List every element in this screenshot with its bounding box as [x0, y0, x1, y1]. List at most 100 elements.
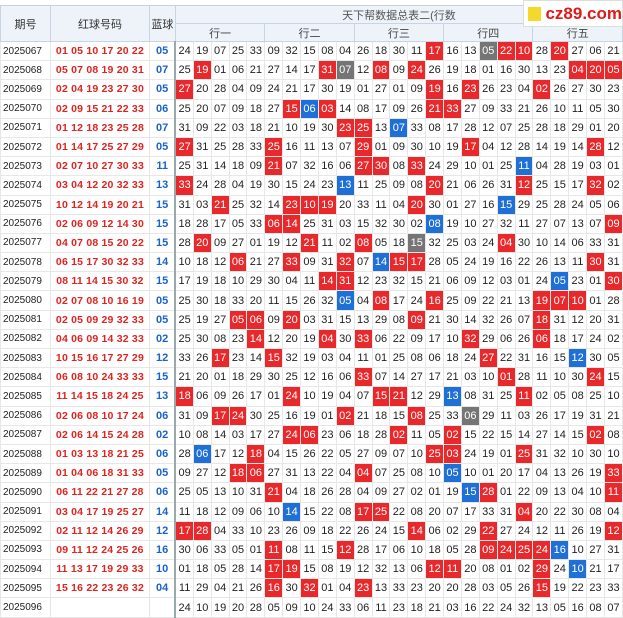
- number-cell: 25: [174, 309, 194, 330]
- highlighted-number-cell: 13: [335, 175, 355, 196]
- number-cell: 30: [192, 290, 212, 311]
- number-cell: 24: [192, 175, 212, 196]
- number-cell: 12: [478, 271, 498, 292]
- blue-ball-number: 15: [148, 213, 177, 234]
- number-cell: 24: [550, 559, 570, 580]
- number-cell: 16: [460, 597, 480, 618]
- number-cell: 01: [586, 290, 605, 311]
- number-cell: 31: [586, 405, 605, 426]
- number-cell: 18: [192, 501, 212, 522]
- number-cell: 12: [603, 136, 623, 158]
- number-cell: 27: [460, 194, 480, 215]
- number-cell: 33: [603, 578, 623, 599]
- number-cell: 15: [282, 290, 302, 311]
- highlighted-number-cell: 19: [282, 559, 302, 580]
- number-cell: 05: [264, 597, 284, 618]
- number-cell: 20: [192, 79, 212, 100]
- number-cell: 33: [246, 213, 266, 234]
- highlighted-number-cell: 21: [389, 386, 409, 407]
- number-cell: 04: [210, 578, 230, 599]
- number-cell: 18: [443, 347, 462, 369]
- highlighted-number-cell: 25: [514, 443, 534, 465]
- highlighted-number-cell: 17: [210, 405, 230, 426]
- issue-number: 2025090: [0, 482, 51, 503]
- number-cell: 21: [228, 578, 248, 599]
- number-cell: 15: [550, 175, 570, 196]
- number-cell: 22: [478, 597, 498, 618]
- number-cell: 26: [317, 482, 337, 503]
- table-row: 2025084 06 08 10 24 33 33 15 21 20 01 18 29 30 25…: [0, 367, 623, 388]
- number-cell: 17: [460, 501, 480, 522]
- highlighted-number-cell: 15: [282, 98, 302, 119]
- highlighted-number-cell: 06: [246, 309, 266, 330]
- number-cell: 23: [550, 60, 570, 81]
- number-cell: 06: [335, 367, 355, 388]
- site-logo-icon: [528, 6, 542, 21]
- number-cell: 27: [228, 232, 248, 254]
- number-cell: 10: [407, 539, 427, 561]
- number-cell: 19: [550, 136, 570, 158]
- number-cell: 25: [264, 405, 284, 426]
- number-cell: 33: [228, 290, 248, 311]
- table-row: 2025067 01 05 10 17 20 22 05 24 19 07 25 33 09 32…: [0, 40, 623, 62]
- number-cell: 26: [228, 386, 248, 407]
- number-cell: 10: [443, 328, 462, 350]
- number-cell: 18: [550, 117, 570, 138]
- number-cell: 03: [192, 194, 212, 215]
- number-cell: 32: [389, 271, 409, 292]
- number-cell: 05: [192, 482, 212, 503]
- number-cell: 31: [317, 213, 337, 234]
- number-cell: 15: [317, 539, 337, 561]
- number-cell: 10: [460, 156, 480, 177]
- highlighted-number-cell: 06: [192, 443, 212, 465]
- number-cell: 21: [264, 117, 284, 138]
- number-cell: 25: [496, 156, 516, 177]
- number-cell: 25: [389, 347, 409, 369]
- number-cell: 30: [568, 501, 588, 522]
- number-cell: 25: [300, 213, 319, 234]
- highlighted-number-cell: 18: [228, 463, 248, 484]
- number-cell: 02: [514, 559, 534, 580]
- number-cell: 32: [282, 347, 302, 369]
- issue-number: 2025074: [0, 175, 51, 196]
- number-cell: 33: [353, 194, 373, 215]
- issue-number: 2025080: [0, 290, 51, 311]
- number-cell: 28: [371, 424, 391, 445]
- number-cell: 19: [586, 520, 605, 541]
- table-row: 2025094 11 13 17 19 29 33 10 01 18 05 28 14 17 19…: [0, 559, 623, 580]
- number-cell: 16: [496, 252, 516, 273]
- number-cell: 09: [264, 309, 284, 330]
- number-cell: 18: [389, 232, 409, 254]
- number-cell: 26: [353, 520, 373, 541]
- number-cell: 08: [460, 386, 480, 407]
- blue-ball-number: 14: [148, 501, 177, 522]
- table-row: 2025088 01 03 13 18 21 25 06 28 06 17 12 18 04 15…: [0, 443, 623, 465]
- number-cell: 16: [443, 40, 462, 62]
- number-cell: 19: [210, 597, 230, 618]
- blue-ball-number: 15: [148, 271, 177, 292]
- ad-banner[interactable]: cz89.com: [523, 0, 623, 27]
- number-cell: 02: [443, 520, 462, 541]
- number-cell: 03: [496, 271, 516, 292]
- number-cell: 27: [460, 98, 480, 119]
- issue-number: 2025072: [0, 136, 51, 158]
- number-cell: 10: [264, 501, 284, 522]
- number-cell: 11: [568, 252, 588, 273]
- table-row: 2025068 05 07 08 19 20 31 07 25 19 01 06 21 27 14…: [0, 60, 623, 81]
- table-row: 2025087 02 06 14 15 24 28 02 10 08 14 03 17 27 24…: [0, 424, 623, 445]
- number-cell: 26: [532, 252, 552, 273]
- number-cell: 25: [282, 367, 302, 388]
- number-cell: 32: [371, 559, 391, 580]
- number-cell: 19: [586, 463, 605, 484]
- number-cell: 29: [478, 405, 498, 426]
- number-cell: 01: [603, 156, 623, 177]
- number-cell: 08: [210, 328, 230, 350]
- number-cell: 26: [478, 79, 498, 100]
- issue-number: 2025073: [0, 156, 51, 177]
- number-cell: 18: [210, 271, 230, 292]
- issue-number: 2025076: [0, 213, 51, 234]
- number-cell: 21: [443, 367, 462, 388]
- number-cell: 08: [192, 424, 212, 445]
- number-cell: 21: [514, 98, 534, 119]
- table-row: 2025081 02 05 09 29 32 33 05 25 19 27 05 06 09 20…: [0, 309, 623, 330]
